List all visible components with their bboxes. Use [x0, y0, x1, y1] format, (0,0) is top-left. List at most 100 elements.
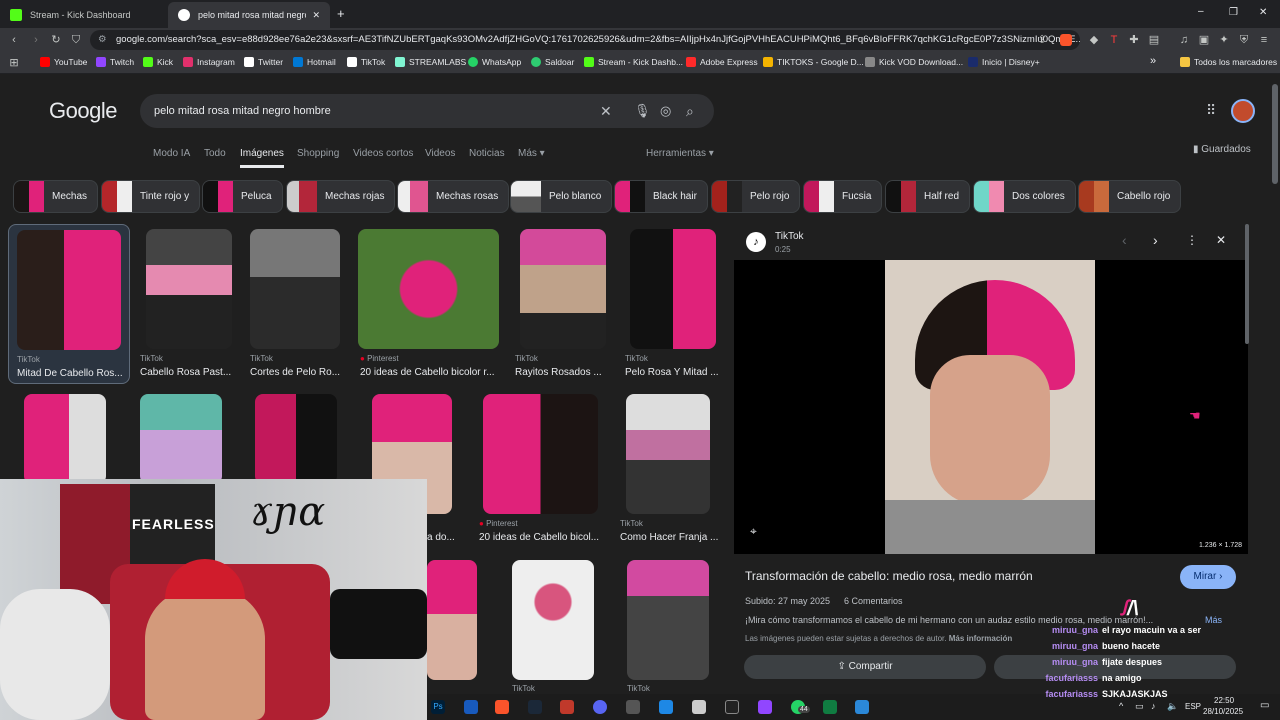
bookmark-item[interactable]: TIKTOKS - Google D... [763, 57, 864, 67]
mic-icon[interactable]: 🎙 [634, 94, 651, 128]
tab-todo[interactable]: Todo [204, 148, 226, 159]
filter-chip[interactable]: Fucsia [803, 180, 883, 213]
bookmark-icon[interactable]: ⛉ [70, 34, 82, 46]
panel-scrollbar[interactable] [1245, 224, 1249, 344]
preview-image-area[interactable]: ⌖ 1.236 × 1.728 ☚ [734, 260, 1248, 554]
apps-grid-icon[interactable]: ⊞ [8, 57, 20, 69]
music-icon[interactable]: ♫ [1178, 34, 1190, 46]
prev-arrow-icon[interactable]: ‹ [1122, 232, 1127, 248]
clear-icon[interactable]: ✕ [600, 94, 612, 128]
site-info-icon[interactable]: ⚙ [98, 30, 107, 50]
shield-icon[interactable]: ⛨ [1238, 34, 1250, 46]
share-icon[interactable]: ⇪ [1036, 34, 1048, 46]
bookmark-item[interactable]: Hotmail [293, 57, 336, 67]
app-icon[interactable] [560, 700, 574, 714]
bookmark-item[interactable]: WhatsApp [468, 57, 521, 67]
bookmark-item[interactable]: Adobe Express [686, 57, 758, 67]
preview-title[interactable]: Transformación de cabello: medio rosa, m… [745, 569, 1033, 583]
image-result[interactable]: TikTok Cortes de Pelo Ro... [250, 229, 350, 389]
filter-chip[interactable]: Cabello rojo [1078, 180, 1182, 213]
clock-date[interactable]: 28/10/2025 [1203, 707, 1243, 716]
image-result[interactable] [427, 560, 477, 680]
brave-icon[interactable] [1060, 34, 1072, 46]
search-box[interactable]: pelo mitad rosa mitad negro hombre ✕ 🎙 ◎… [140, 94, 714, 128]
tab-videos[interactable]: Videos [425, 148, 455, 159]
tab-kick-dashboard[interactable]: Stream - Kick Dashboard [0, 2, 168, 28]
close-icon[interactable]: ✕ [1216, 233, 1226, 247]
image-result[interactable]: TikTok [627, 560, 709, 695]
word-icon[interactable] [464, 700, 478, 714]
image-result[interactable]: TikTok Como Hacer Franja ... [620, 394, 720, 554]
extension-icon[interactable]: ◆ [1088, 34, 1100, 46]
discord-icon[interactable] [593, 700, 607, 714]
bookmarks-overflow-button[interactable]: » [1150, 55, 1156, 67]
bookmark-item[interactable]: TikTok [347, 57, 385, 67]
search-input[interactable]: pelo mitad rosa mitad negro hombre [154, 105, 331, 117]
extension-icon[interactable]: T [1108, 34, 1120, 46]
tab-mas[interactable]: Más ▾ [518, 148, 545, 159]
image-result[interactable]: ● Pinterest 20 ideas de Cabello bicol... [479, 394, 614, 554]
image-result[interactable]: TikTok Rayitos Rosados ... [515, 229, 615, 389]
twitch-icon[interactable] [758, 700, 772, 714]
bookmark-item[interactable]: Twitch [96, 57, 134, 67]
lens-icon[interactable]: ◎ [660, 94, 671, 128]
bookmark-item[interactable]: Kick [143, 57, 173, 67]
tools-button[interactable]: Herramientas ▾ [646, 148, 714, 159]
filter-chip[interactable]: Dos colores [973, 180, 1076, 213]
avatar[interactable] [1231, 99, 1255, 123]
google-logo[interactable]: Google [49, 98, 117, 124]
image-result[interactable] [140, 394, 222, 484]
preview-source[interactable]: TikTok [775, 231, 804, 242]
filter-chip[interactable]: Black hair [614, 180, 708, 213]
image-result[interactable]: ● Pinterest 20 ideas de Cabello bicolor … [358, 229, 503, 389]
image-result[interactable]: TikTok Pelo Rosa Y Mitad ... [625, 229, 720, 389]
tab-noticias[interactable]: Noticias [469, 148, 505, 159]
filter-chip[interactable]: Half red [885, 180, 971, 213]
wallet-icon[interactable]: ▣ [1198, 34, 1210, 46]
menu-icon[interactable]: ≡ [1258, 34, 1270, 46]
filter-chip[interactable]: Mechas [13, 180, 99, 213]
bookmark-item[interactable]: Kick VOD Download... [865, 57, 963, 67]
minimize-button[interactable]: – [1198, 6, 1204, 17]
notifications-icon[interactable]: ▭ [1260, 700, 1269, 711]
bookmark-item[interactable]: Saldoar [531, 57, 574, 67]
apps-icon[interactable]: ⠿ [1206, 102, 1216, 119]
bookmark-item[interactable]: Instagram [183, 57, 235, 67]
more-info-link[interactable]: Más información [949, 634, 1013, 643]
app-icon[interactable] [692, 700, 706, 714]
scrollbar[interactable] [1272, 84, 1278, 184]
filter-chip[interactable]: Tinte rojo y [101, 180, 201, 213]
app-icon[interactable] [659, 700, 673, 714]
tab-videos-cortos[interactable]: Videos cortos [353, 148, 413, 159]
filter-chip[interactable]: Pelo rojo [711, 180, 801, 213]
new-tab-button[interactable]: + [337, 6, 345, 21]
bookmark-item[interactable]: Twitter [244, 57, 283, 67]
tab-modo-ia[interactable]: Modo IA [153, 148, 190, 159]
brave-icon[interactable] [495, 700, 509, 714]
more-options-icon[interactable]: ⋮ [1186, 233, 1198, 247]
next-arrow-icon[interactable]: › [1153, 232, 1158, 248]
forward-icon[interactable]: › [30, 34, 42, 46]
bookmark-item[interactable]: STREAMLABS [395, 57, 466, 67]
bookmark-item[interactable]: Inicio | Disney+ [968, 57, 1040, 67]
lens-search-icon[interactable]: ⌖ [750, 524, 757, 539]
close-window-button[interactable]: ✕ [1259, 7, 1267, 18]
share-button[interactable]: ⇪ Compartir [744, 655, 986, 679]
tab-imagenes[interactable]: Imágenes [240, 148, 284, 168]
filter-chip[interactable]: Pelo blanco [510, 180, 613, 213]
leo-icon[interactable]: ✦ [1218, 34, 1230, 46]
restore-button[interactable]: ❐ [1229, 7, 1238, 18]
obs-icon[interactable] [626, 700, 640, 714]
bookmark-item[interactable]: Stream - Kick Dashb... [584, 57, 683, 67]
visit-button[interactable]: Mirar › [1180, 565, 1236, 589]
image-result[interactable] [24, 394, 106, 484]
filter-chip[interactable]: Mechas rosas [397, 180, 510, 213]
filter-chip[interactable]: Peluca [202, 180, 283, 213]
image-result[interactable]: TikTok Cabello Rosa Past... [140, 229, 240, 389]
address-bar[interactable]: ⚙ google.com/search?sca_esv=e88d928ee76a… [90, 30, 1080, 50]
all-bookmarks-folder[interactable]: Todos los marcadores [1180, 57, 1277, 67]
close-tab-icon[interactable]: ✕ [312, 10, 320, 21]
excel-icon[interactable] [823, 700, 837, 714]
back-icon[interactable]: ‹ [8, 34, 20, 46]
app-icon[interactable] [855, 700, 869, 714]
